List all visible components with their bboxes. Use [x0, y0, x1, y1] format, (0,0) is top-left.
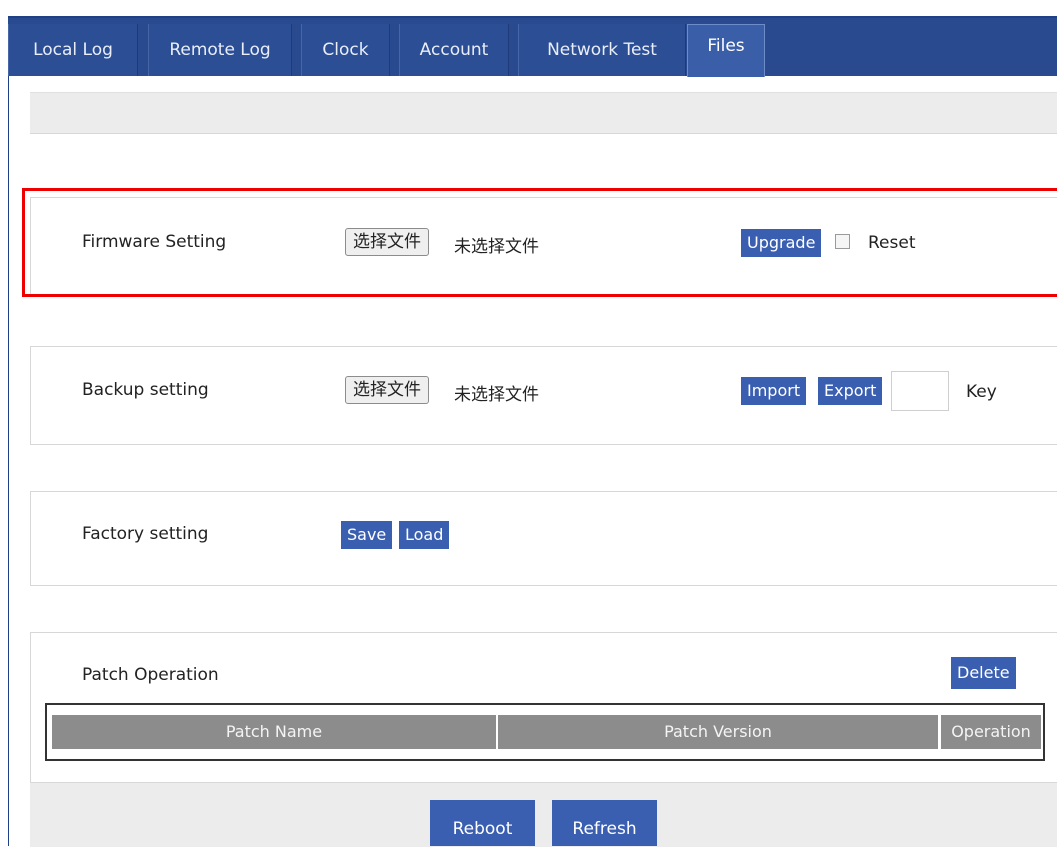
patch-operation-label: Patch Operation — [82, 665, 219, 685]
top-toolbar-strip — [30, 92, 1057, 134]
patch-table: Patch Name Patch Version Operation — [45, 703, 1045, 761]
backup-choose-file-button[interactable]: 选择文件 — [345, 376, 429, 404]
backup-file-status: 未选择文件 — [454, 385, 539, 405]
save-button[interactable]: Save — [341, 521, 393, 549]
tab-files[interactable]: Files — [687, 24, 765, 77]
import-button[interactable]: Import — [741, 377, 807, 405]
backup-setting-label: Backup setting — [82, 380, 209, 400]
footer-bar — [30, 782, 1057, 847]
key-input[interactable] — [891, 371, 949, 411]
key-label: Key — [966, 382, 997, 402]
table-header-operation: Operation — [941, 715, 1041, 749]
left-frame-line — [8, 20, 9, 846]
tab-clock[interactable]: Clock — [301, 24, 390, 76]
load-button[interactable]: Load — [399, 521, 450, 549]
tab-remote-log[interactable]: Remote Log — [148, 24, 292, 76]
delete-button[interactable]: Delete — [951, 657, 1016, 689]
tab-account[interactable]: Account — [399, 24, 509, 76]
table-header-patch-name: Patch Name — [52, 715, 496, 749]
tab-network-test[interactable]: Network Test — [518, 24, 686, 76]
tab-bar: Local Log Remote Log Clock Account Netwo… — [8, 16, 1057, 77]
table-header-patch-version: Patch Version — [498, 715, 938, 749]
tab-local-log[interactable]: Local Log — [8, 24, 138, 76]
reboot-button[interactable]: Reboot — [430, 800, 535, 846]
firmware-highlight-box — [22, 188, 1057, 297]
factory-setting-label: Factory setting — [82, 524, 209, 544]
refresh-button[interactable]: Refresh — [552, 800, 657, 846]
export-button[interactable]: Export — [818, 377, 883, 405]
